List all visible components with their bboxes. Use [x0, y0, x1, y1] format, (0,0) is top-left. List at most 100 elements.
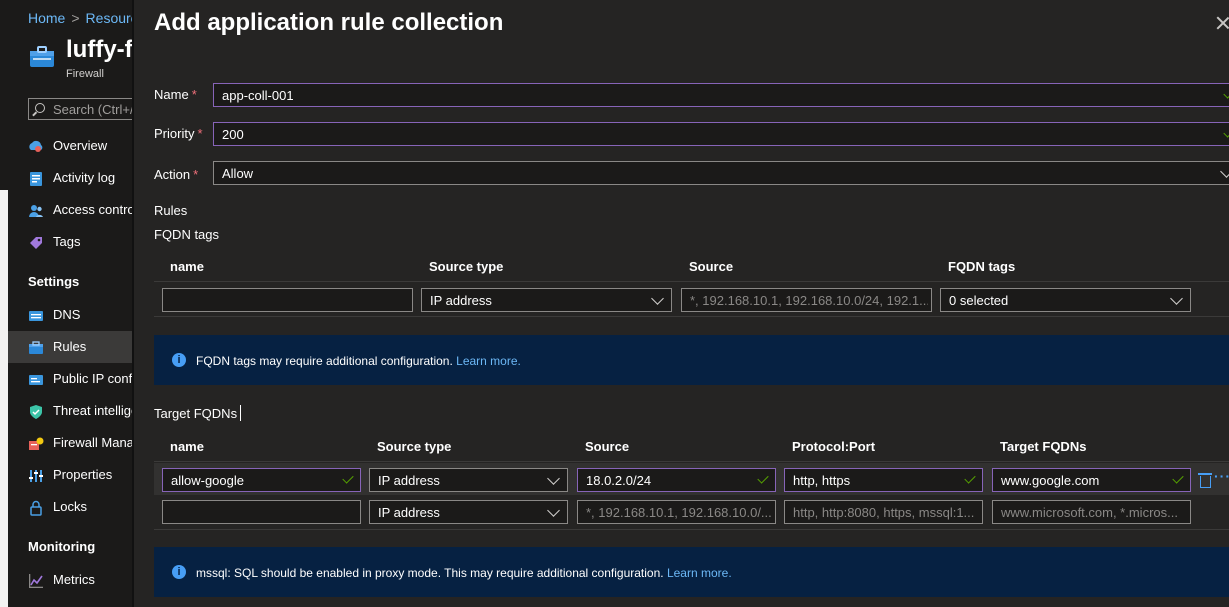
chevron-down-icon [1170, 292, 1183, 305]
fqdn-source-placeholder: *, 192.168.10.1, 192.168.10.0/24, 192.1.… [690, 293, 928, 308]
new-rule-name-input[interactable] [162, 500, 361, 524]
valid-check-icon [1223, 87, 1229, 99]
search-placeholder: Search (Ctrl+/) [53, 102, 134, 117]
action-label-text: Action [154, 167, 191, 182]
people-icon [29, 205, 43, 217]
column-header-source-type: Source type [377, 439, 452, 454]
info-message-text: FQDN tags may require additional configu… [196, 354, 453, 368]
learn-more-link[interactable]: Learn more. [456, 354, 521, 368]
nav-label: Activity log [53, 170, 116, 185]
nav-item-locks[interactable]: Locks [8, 491, 134, 523]
chevron-down-icon [547, 504, 560, 517]
nav-item-threat-intelligence[interactable]: Threat intelligence [8, 395, 134, 427]
required-asterisk: * [191, 87, 197, 102]
fqdn-source-input[interactable]: *, 192.168.10.1, 192.168.10.0/24, 192.1.… [681, 288, 932, 312]
action-dropdown[interactable]: Allow [213, 161, 1229, 185]
column-header-fqdn-tags: FQDN tags [948, 259, 1016, 274]
nav-label: Public IP configuration [53, 371, 134, 386]
nav-item-metrics[interactable]: Metrics [8, 564, 134, 596]
close-icon[interactable] [1216, 16, 1229, 30]
nav-item-access-control[interactable]: Access control (IAM) [8, 194, 134, 226]
nav-label: Locks [53, 499, 87, 514]
breadcrumb: Home > Resource [28, 10, 134, 26]
nav-label: Metrics [53, 572, 95, 587]
nav-label: Firewall Manager [53, 435, 134, 450]
priority-input-value: 200 [222, 127, 244, 142]
name-input-value: app-coll-001 [222, 88, 294, 103]
nav-item-rules[interactable]: Rules [8, 331, 134, 363]
activity-log-icon [30, 172, 42, 186]
nav-item-overview[interactable]: Overview [8, 130, 134, 162]
nav-label: Overview [53, 138, 108, 153]
info-message: mssql: SQL should be enabled in proxy mo… [196, 566, 732, 580]
required-asterisk: * [193, 167, 199, 182]
target-source-value: 18.0.2.0/24 [586, 473, 652, 488]
target-protocol-value: http, https [793, 473, 851, 488]
table-divider [154, 529, 1229, 530]
breadcrumb-home-link[interactable]: Home [28, 10, 65, 26]
priority-input[interactable]: 200 [213, 122, 1229, 146]
required-asterisk: * [197, 126, 203, 141]
rules-icon [29, 341, 43, 354]
add-rule-collection-panel: Add application rule collection Name * ap… [134, 0, 1229, 607]
resource-name: luffy-fw [66, 36, 134, 63]
new-target-fqdns-input[interactable]: www.microsoft.com, *.micros... [992, 500, 1191, 524]
nav-label: Access control (IAM) [53, 202, 134, 217]
column-header-source: Source [585, 439, 630, 454]
info-message: FQDN tags may require additional configu… [196, 354, 521, 368]
valid-check-icon [757, 472, 769, 484]
fqdn-source-type-dropdown[interactable]: IP address [421, 288, 672, 312]
chevron-down-icon [547, 472, 560, 485]
fqdn-tags-value: 0 selected [949, 293, 1009, 308]
column-header-target-fqdns: Target FQDNs [1000, 439, 1087, 454]
chevron-down-icon [651, 292, 664, 305]
more-options-icon[interactable]: ··· [1214, 468, 1229, 484]
info-icon: i [172, 353, 186, 367]
nav-section-monitoring: Monitoring [28, 539, 96, 554]
nav-item-tags[interactable]: Tags [8, 226, 134, 258]
target-source-input[interactable]: 18.0.2.0/24 [577, 468, 776, 492]
delete-row-icon[interactable] [1198, 473, 1212, 488]
background-window-edge-light [0, 190, 8, 607]
target-fqdns-input[interactable]: www.google.com [992, 468, 1191, 492]
target-source-type-value: IP address [378, 473, 440, 488]
breadcrumb-resource-link[interactable]: Resource [86, 10, 134, 26]
nav-item-firewall-manager[interactable]: Firewall Manager [8, 427, 134, 459]
table-divider [154, 461, 1229, 462]
priority-label: Priority * [154, 126, 203, 141]
text-cursor [240, 405, 241, 421]
target-source-type-dropdown[interactable]: IP address [369, 468, 568, 492]
new-source-input[interactable]: *, 192.168.10.1, 192.168.10.0/... [577, 500, 776, 524]
column-header-source-type: Source type [429, 259, 504, 274]
public-ip-icon [29, 375, 43, 385]
search-icon [35, 103, 45, 113]
tag-icon [30, 237, 42, 249]
info-message-text: mssql: SQL should be enabled in proxy mo… [196, 566, 664, 580]
name-input[interactable]: app-coll-001 [213, 83, 1229, 107]
resource-menu-search-input[interactable]: Search (Ctrl+/) [28, 98, 134, 120]
nav-item-dns[interactable]: DNS [8, 299, 134, 331]
nav-label: Rules [53, 339, 87, 354]
column-header-name: name [170, 259, 204, 274]
priority-label-text: Priority [154, 126, 195, 141]
name-label-text: Name [154, 87, 189, 102]
action-dropdown-value: Allow [222, 166, 254, 181]
nav-item-properties[interactable]: Properties [8, 459, 134, 491]
target-rule-name-input[interactable]: allow-google [162, 468, 361, 492]
nav-label: Properties [53, 467, 113, 482]
lock-icon [30, 500, 42, 516]
learn-more-link[interactable]: Learn more. [667, 566, 732, 580]
dns-icon [29, 311, 43, 321]
panel-title: Add application rule collection [154, 9, 504, 36]
nav-item-activity-log[interactable]: Activity log [8, 162, 134, 194]
target-rule-name-value: allow-google [171, 473, 244, 488]
new-source-type-value: IP address [378, 505, 440, 520]
fqdn-rule-name-input[interactable] [162, 288, 413, 312]
nav-item-public-ip[interactable]: Public IP configuration [8, 363, 134, 395]
fqdn-tags-dropdown[interactable]: 0 selected [940, 288, 1191, 312]
new-source-placeholder: *, 192.168.10.1, 192.168.10.0/... [586, 505, 772, 520]
target-protocol-input[interactable]: http, https [784, 468, 983, 492]
new-source-type-dropdown[interactable]: IP address [369, 500, 568, 524]
target-fqdns-heading: Target FQDNs [154, 406, 237, 421]
new-protocol-input[interactable]: http, http:8080, https, mssql:1... [784, 500, 983, 524]
